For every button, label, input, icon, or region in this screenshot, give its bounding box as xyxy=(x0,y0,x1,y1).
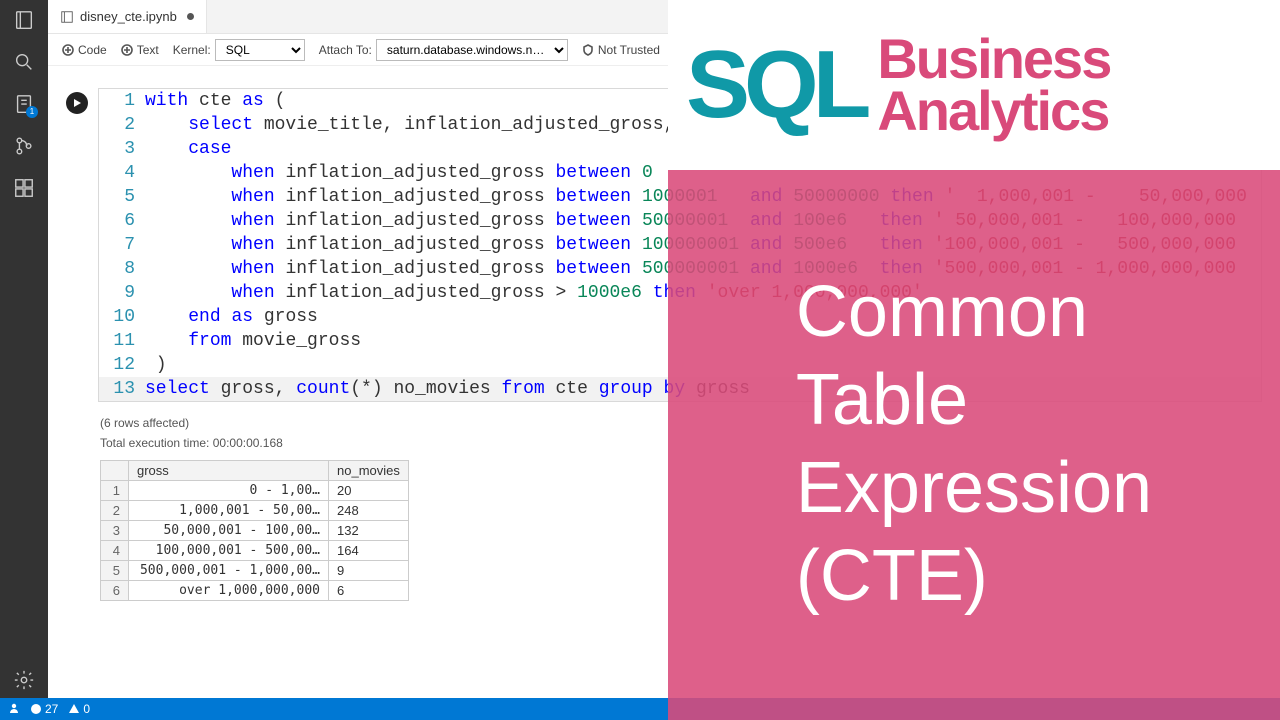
rows-affected: (6 rows affected) xyxy=(100,416,1262,430)
table-row[interactable]: 350,000,001 - 100,00…132 xyxy=(101,521,409,541)
result-table[interactable]: grossno_movies10 - 1,00…2021,000,001 - 5… xyxy=(100,460,409,601)
kernel-select[interactable]: SQL xyxy=(215,39,305,61)
badge: 1 xyxy=(26,106,38,118)
attach-picker: Attach To: saturn.database.windows.n… xyxy=(319,39,568,61)
connections-icon[interactable]: 1 xyxy=(12,92,36,116)
add-text-button[interactable]: Text xyxy=(121,43,159,57)
error-count[interactable]: 27 xyxy=(30,702,58,716)
activity-bar: 1 xyxy=(0,0,48,720)
output-area: (6 rows affected) Total execution time: … xyxy=(100,416,1262,601)
table-row[interactable]: 4100,000,001 - 500,00…164 xyxy=(101,541,409,561)
run-all-button[interactable]: Run xyxy=(674,43,712,57)
notebook-toolbar: Code Text Kernel: SQL Attach To: saturn.… xyxy=(48,34,1280,66)
code-cell: 1with cte as (2 select movie_title, infl… xyxy=(66,88,1262,402)
explorer-icon[interactable] xyxy=(12,8,36,32)
notebook-icon xyxy=(60,10,74,24)
trust-button[interactable]: Not Trusted xyxy=(582,43,660,57)
status-bar: 27 0 xyxy=(0,698,1280,720)
attach-select[interactable]: saturn.database.windows.n… xyxy=(376,39,568,61)
sql-editor[interactable]: 1with cte as (2 select movie_title, infl… xyxy=(98,88,1262,402)
table-row[interactable]: 21,000,001 - 50,00…248 xyxy=(101,501,409,521)
editor-area: disney_cte.ipynb Code Text Kernel: SQL A… xyxy=(48,0,1280,720)
settings-gear-icon[interactable] xyxy=(12,668,36,692)
add-code-button[interactable]: Code xyxy=(62,43,107,57)
execution-time: Total execution time: 00:00:00.168 xyxy=(100,436,1262,450)
search-icon[interactable] xyxy=(12,50,36,74)
table-row[interactable]: 6over 1,000,000,0006 xyxy=(101,581,409,601)
notebook-tab[interactable]: disney_cte.ipynb xyxy=(48,0,207,33)
user-icon[interactable] xyxy=(8,702,20,717)
tab-bar: disney_cte.ipynb xyxy=(48,0,1280,34)
warning-count[interactable]: 0 xyxy=(68,702,90,716)
modified-indicator-icon xyxy=(187,13,194,20)
run-cell-button[interactable] xyxy=(66,92,88,114)
source-control-icon[interactable] xyxy=(12,134,36,158)
table-row[interactable]: 10 - 1,00…20 xyxy=(101,481,409,501)
tab-filename: disney_cte.ipynb xyxy=(80,9,177,24)
table-row[interactable]: 5500,000,001 - 1,000,00…9 xyxy=(101,561,409,581)
extensions-icon[interactable] xyxy=(12,176,36,200)
kernel-picker: Kernel: SQL xyxy=(173,39,305,61)
